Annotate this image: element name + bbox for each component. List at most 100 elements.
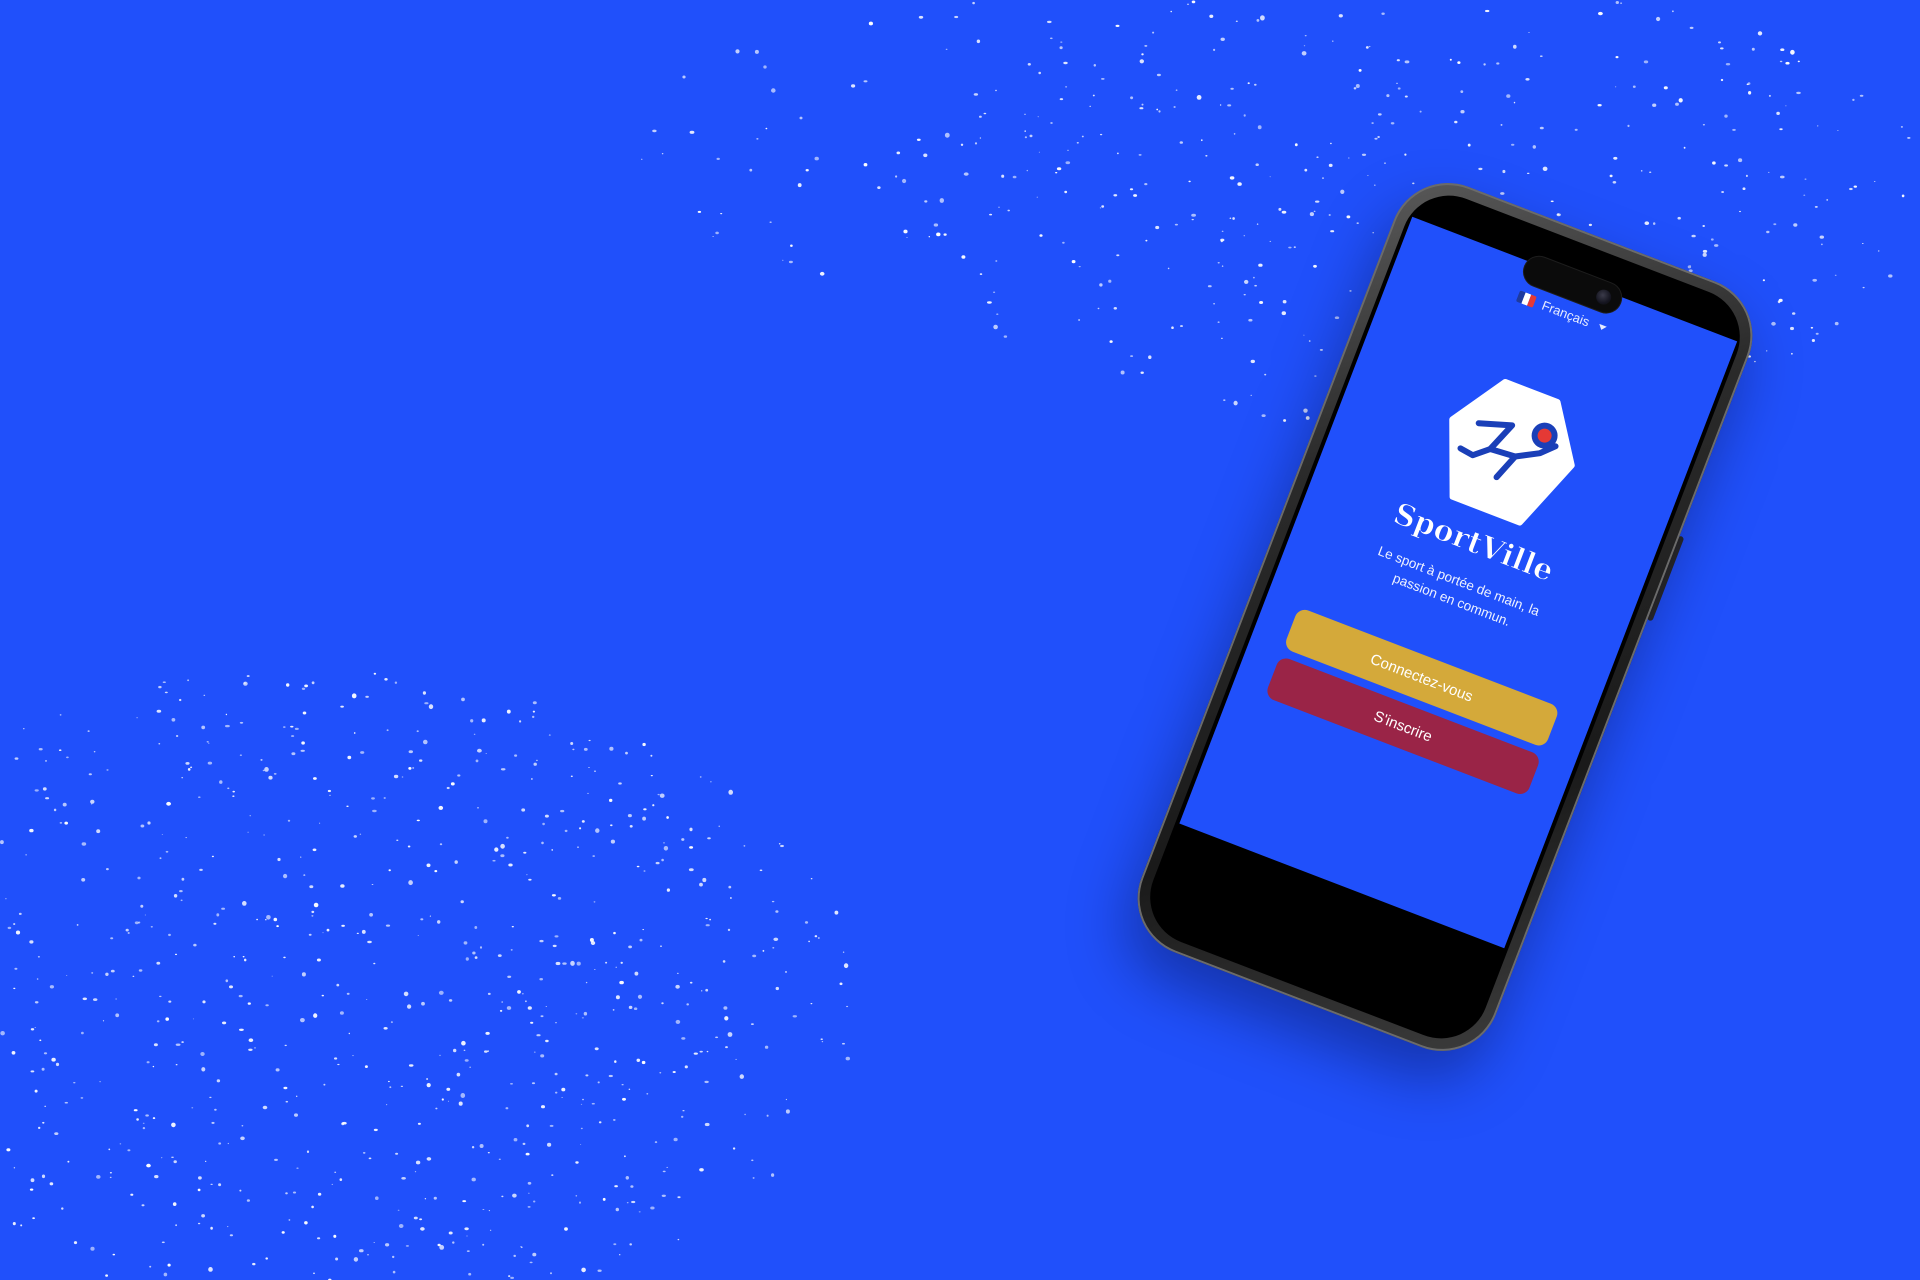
speckle bbox=[287, 819, 291, 822]
speckle bbox=[171, 1122, 176, 1128]
speckle bbox=[426, 1157, 432, 1161]
speckle bbox=[1751, 47, 1755, 51]
speckle bbox=[1156, 73, 1161, 77]
speckle bbox=[500, 854, 505, 858]
speckle bbox=[142, 1127, 146, 1130]
speckle bbox=[1209, 14, 1214, 18]
speckle bbox=[1293, 246, 1296, 248]
speckle bbox=[156, 1020, 160, 1023]
speckle bbox=[939, 198, 944, 203]
speckle bbox=[175, 735, 179, 737]
speckle bbox=[1113, 307, 1118, 310]
speckle bbox=[73, 1082, 76, 1084]
speckle bbox=[146, 1163, 151, 1168]
speckle bbox=[364, 1065, 368, 1068]
speckle bbox=[681, 838, 685, 841]
speckle bbox=[1130, 96, 1134, 100]
speckle bbox=[1768, 94, 1771, 97]
speckle bbox=[1219, 104, 1222, 106]
speckle bbox=[554, 1072, 558, 1076]
speckle bbox=[470, 719, 474, 723]
speckle bbox=[702, 877, 707, 883]
speckle bbox=[1766, 230, 1770, 234]
speckle bbox=[1235, 20, 1238, 22]
speckle bbox=[401, 776, 404, 778]
speckle bbox=[1873, 181, 1876, 182]
speckle bbox=[1500, 124, 1503, 126]
speckle bbox=[153, 1043, 158, 1047]
speckle bbox=[263, 834, 265, 836]
speckle bbox=[316, 958, 321, 962]
speckle bbox=[513, 1254, 516, 1257]
speckle bbox=[506, 709, 511, 714]
speckle bbox=[335, 1257, 339, 1261]
speckle bbox=[1356, 222, 1359, 224]
speckle bbox=[225, 713, 228, 716]
speckle bbox=[542, 822, 545, 826]
speckle bbox=[1101, 205, 1105, 208]
speckle bbox=[1129, 188, 1134, 191]
speckle bbox=[1076, 142, 1079, 144]
speckle bbox=[64, 821, 68, 825]
speckle bbox=[13, 1166, 16, 1169]
speckle bbox=[180, 899, 183, 902]
speckle bbox=[1419, 110, 1422, 113]
speckle bbox=[428, 704, 434, 710]
speckle bbox=[743, 845, 746, 847]
speckle bbox=[1099, 283, 1103, 287]
speckle bbox=[159, 995, 162, 998]
speckle bbox=[1747, 82, 1751, 85]
speckle bbox=[1243, 235, 1246, 237]
speckle bbox=[408, 880, 413, 886]
speckle bbox=[650, 775, 653, 777]
speckle bbox=[1609, 174, 1613, 178]
speckle bbox=[1811, 339, 1815, 342]
speckle bbox=[531, 778, 533, 780]
speckle bbox=[487, 992, 491, 996]
speckle bbox=[775, 910, 779, 913]
speckle bbox=[723, 1006, 728, 1010]
speckle bbox=[597, 1269, 602, 1272]
speckle bbox=[521, 808, 526, 812]
speckle bbox=[551, 894, 556, 897]
speckle bbox=[1223, 399, 1226, 401]
speckle bbox=[468, 1272, 472, 1276]
speckle bbox=[1313, 210, 1316, 212]
speckle bbox=[583, 1011, 588, 1016]
speckle bbox=[1528, 32, 1530, 33]
speckle bbox=[130, 1193, 134, 1196]
speckle bbox=[1901, 194, 1905, 198]
speckle bbox=[291, 735, 295, 737]
speckle bbox=[333, 1234, 337, 1238]
speckle bbox=[1256, 223, 1259, 225]
speckle bbox=[239, 1189, 242, 1192]
speckle bbox=[336, 983, 340, 987]
speckle bbox=[979, 137, 982, 139]
speckle bbox=[639, 938, 643, 942]
speckle bbox=[771, 1173, 775, 1177]
speckle bbox=[419, 759, 423, 762]
speckle bbox=[1597, 104, 1602, 107]
speckle bbox=[407, 845, 411, 848]
speckle bbox=[785, 1098, 788, 1101]
speckle bbox=[1859, 94, 1864, 97]
speckle bbox=[1250, 359, 1256, 364]
speckle bbox=[44, 1105, 47, 1107]
speckle bbox=[533, 762, 537, 766]
speckle bbox=[928, 236, 930, 238]
speckle bbox=[457, 774, 461, 777]
speckle bbox=[51, 1057, 56, 1062]
speckle bbox=[248, 1048, 253, 1052]
speckle bbox=[1460, 110, 1465, 114]
speckle bbox=[313, 902, 319, 908]
speckle bbox=[76, 924, 79, 926]
speckle bbox=[1785, 61, 1790, 65]
speckle bbox=[619, 1254, 621, 1256]
speckle bbox=[334, 1171, 337, 1174]
speckle bbox=[1316, 156, 1319, 158]
speckle bbox=[477, 807, 479, 809]
speckle bbox=[1620, 2, 1623, 4]
speckle bbox=[583, 747, 588, 751]
speckle bbox=[322, 932, 324, 934]
speckle bbox=[1108, 279, 1112, 283]
